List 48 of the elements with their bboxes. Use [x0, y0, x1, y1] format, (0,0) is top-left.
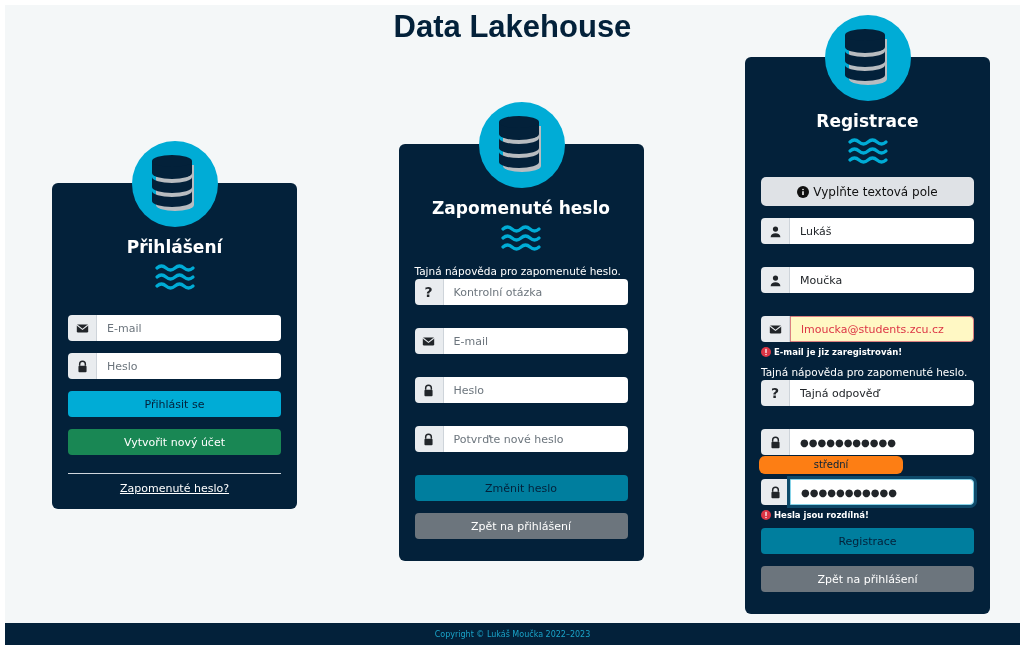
alert-text: Vyplňte textová pole — [813, 184, 938, 199]
envelope-icon — [414, 328, 444, 354]
input-field[interactable]: E-mail — [97, 315, 281, 341]
lock-icon — [414, 426, 444, 452]
form-title: Zapomenuté heslo — [432, 197, 610, 220]
strength-meter-fill: střední — [759, 456, 904, 474]
action-button[interactable]: Vytvořit nový účet — [68, 429, 281, 455]
envelope-icon — [761, 316, 790, 342]
input-field[interactable]: Heslo — [443, 377, 628, 403]
input-field[interactable]: Potvrďte nové heslo — [443, 426, 628, 452]
input-field[interactable]: E-mail — [443, 328, 628, 354]
hint-text: Tajná nápověda pro zapomenuté heslo. — [414, 264, 622, 278]
user-icon — [761, 218, 790, 244]
waves-icon — [153, 263, 196, 291]
lock-icon — [761, 479, 790, 505]
info-icon — [797, 185, 810, 198]
envelope-icon — [68, 315, 97, 341]
action-button[interactable]: Registrace — [761, 528, 974, 554]
lock-icon — [761, 429, 790, 455]
question-mark-icon: ? — [414, 279, 444, 305]
action-button[interactable]: Změnit heslo — [414, 475, 628, 501]
hint-text: Tajná nápověda pro zapomenuté heslo. — [761, 365, 969, 379]
user-icon — [761, 267, 790, 293]
waves-icon — [500, 224, 542, 252]
lock-icon — [414, 377, 444, 403]
waves-icon — [846, 137, 889, 165]
action-button[interactable]: Zpět na přihlášení — [414, 513, 628, 539]
lock-icon — [68, 353, 97, 379]
input-field[interactable]: ●●●●●●●●●●● — [790, 429, 974, 455]
copyright-text: Copyright © Lukáš Moučka 2022–2023 — [434, 629, 591, 639]
input-field[interactable]: Lukáš — [790, 218, 974, 244]
action-button[interactable]: Zpět na přihlášení — [761, 566, 974, 592]
input-field[interactable]: ●●●●●●●●●●● — [790, 479, 974, 505]
form-title: Přihlášení — [126, 236, 223, 259]
action-button[interactable]: Přihlásit se — [68, 391, 281, 417]
input-field[interactable]: lmoucka@students.zcu.cz — [790, 316, 974, 342]
error-icon — [761, 346, 771, 357]
error-message: Hesla jsou rozdílná! — [774, 509, 869, 520]
input-field[interactable]: Tajná odpověď — [790, 380, 974, 406]
page-title: Data Lakehouse — [393, 9, 632, 45]
input-field[interactable]: Kontrolní otázka — [443, 279, 628, 305]
error-icon — [761, 509, 771, 520]
input-field[interactable]: Moučka — [790, 267, 974, 293]
question-mark-icon: ? — [761, 380, 790, 406]
error-message: E-mail je jiz zaregistrován! — [774, 346, 903, 357]
form-title: Registrace — [816, 110, 919, 133]
input-field[interactable]: Heslo — [97, 353, 281, 379]
forgot-password-link[interactable]: Zapomenuté heslo? — [119, 482, 230, 495]
